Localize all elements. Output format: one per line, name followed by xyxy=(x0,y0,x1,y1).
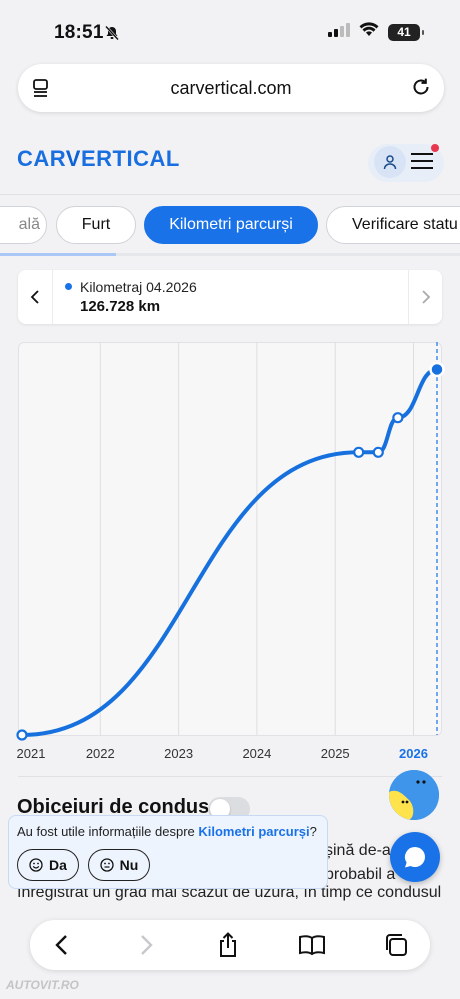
data-point-2 xyxy=(372,446,384,458)
x-tick-label-2025: 2025 xyxy=(321,746,350,761)
x-tick-label-2024: 2024 xyxy=(242,746,271,761)
chat-bubble-icon xyxy=(404,846,425,868)
x-tick-label-2026: 2026 xyxy=(399,746,428,761)
feedback-yes-button[interactable]: Da xyxy=(17,849,79,881)
section-text-line1: șină de-a xyxy=(325,842,391,859)
watermark: AUTOVIT.RO xyxy=(6,978,79,992)
data-point-0 xyxy=(16,729,28,741)
data-point-1 xyxy=(353,446,365,458)
section-text-line2: probabil a xyxy=(325,866,396,883)
share-icon[interactable] xyxy=(212,930,244,960)
data-point-4 xyxy=(429,361,445,378)
neutral-face-icon xyxy=(100,858,114,872)
smile-icon xyxy=(29,858,43,872)
x-tick-label-2021: 2021 xyxy=(17,746,46,761)
mascot-icon[interactable] xyxy=(389,770,439,820)
x-tick-label-2022: 2022 xyxy=(86,746,115,761)
back-icon[interactable] xyxy=(45,930,77,960)
mileage-line xyxy=(20,367,439,737)
chat-button[interactable] xyxy=(390,832,440,882)
tabs-icon[interactable] xyxy=(380,930,412,960)
mileage-chart[interactable]: 2021 2022 2023 2024 2025 2026 xyxy=(0,0,460,770)
feedback-no-button[interactable]: Nu xyxy=(88,849,150,881)
bookmarks-icon[interactable] xyxy=(296,930,328,960)
forward-icon[interactable] xyxy=(131,930,163,960)
data-point-3 xyxy=(392,412,404,424)
x-tick-label-2023: 2023 xyxy=(164,746,193,761)
feedback-question: Au fost utile informațiile despre Kilome… xyxy=(17,824,317,839)
section-divider xyxy=(18,776,442,777)
feedback-topic-link[interactable]: Kilometri parcurși xyxy=(198,824,309,839)
